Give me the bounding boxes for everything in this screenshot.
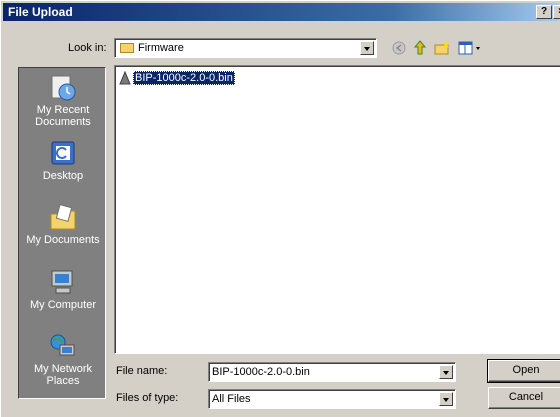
title-bar[interactable]: File Upload ? ×	[3, 3, 560, 21]
desktop-icon	[48, 140, 78, 168]
chevron-down-icon[interactable]	[360, 41, 374, 55]
open-button[interactable]: Open	[487, 359, 560, 383]
place-my-computer[interactable]: My Computer	[19, 269, 107, 311]
recent-documents-icon	[48, 74, 78, 102]
place-desktop[interactable]: Desktop	[19, 140, 107, 182]
place-label: Desktop	[42, 170, 84, 182]
network-places-icon	[48, 333, 78, 361]
file-icon	[119, 70, 131, 85]
file-name-input[interactable]: BIP-1000c-2.0-0.bin	[208, 362, 456, 382]
place-label: My Documents	[26, 234, 100, 246]
file-name: BIP-1000c-2.0-0.bin	[133, 71, 235, 85]
file-type-label: Files of type:	[116, 392, 179, 404]
place-label: My Network Places	[33, 363, 93, 387]
place-recent-documents[interactable]: My Recent Documents	[19, 74, 107, 128]
chevron-down-icon[interactable]	[439, 365, 453, 379]
my-computer-icon	[48, 269, 78, 297]
back-icon[interactable]	[390, 39, 408, 57]
my-documents-icon	[48, 204, 78, 232]
file-type-dropdown[interactable]: All Files	[208, 389, 456, 409]
help-button[interactable]: ?	[536, 5, 552, 19]
place-label: My Recent Documents	[35, 104, 91, 128]
cancel-button[interactable]: Cancel	[488, 387, 560, 409]
look-in-dropdown[interactable]: Firmware	[114, 38, 377, 58]
file-name-value: BIP-1000c-2.0-0.bin	[212, 366, 310, 378]
folder-icon	[120, 43, 134, 53]
file-type-value: All Files	[212, 393, 251, 405]
chevron-down-icon[interactable]	[439, 392, 453, 406]
file-list[interactable]: BIP-1000c-2.0-0.bin	[114, 65, 560, 354]
look-in-label: Look in:	[68, 42, 107, 54]
file-upload-dialog: File Upload ? × Look in: Firmware My Rec…	[0, 0, 560, 417]
places-bar: My Recent Documents Desktop My Documents…	[18, 67, 106, 399]
up-folder-icon[interactable]	[411, 39, 429, 57]
view-menu-icon[interactable]	[457, 39, 483, 57]
place-label: My Computer	[29, 299, 97, 311]
file-name-label: File name:	[116, 365, 168, 377]
look-in-value: Firmware	[138, 42, 184, 54]
place-my-documents[interactable]: My Documents	[19, 204, 107, 246]
new-folder-icon[interactable]	[433, 39, 451, 57]
window-title: File Upload	[8, 5, 73, 19]
close-button[interactable]: ×	[553, 5, 560, 19]
place-network-places[interactable]: My Network Places	[19, 333, 107, 387]
